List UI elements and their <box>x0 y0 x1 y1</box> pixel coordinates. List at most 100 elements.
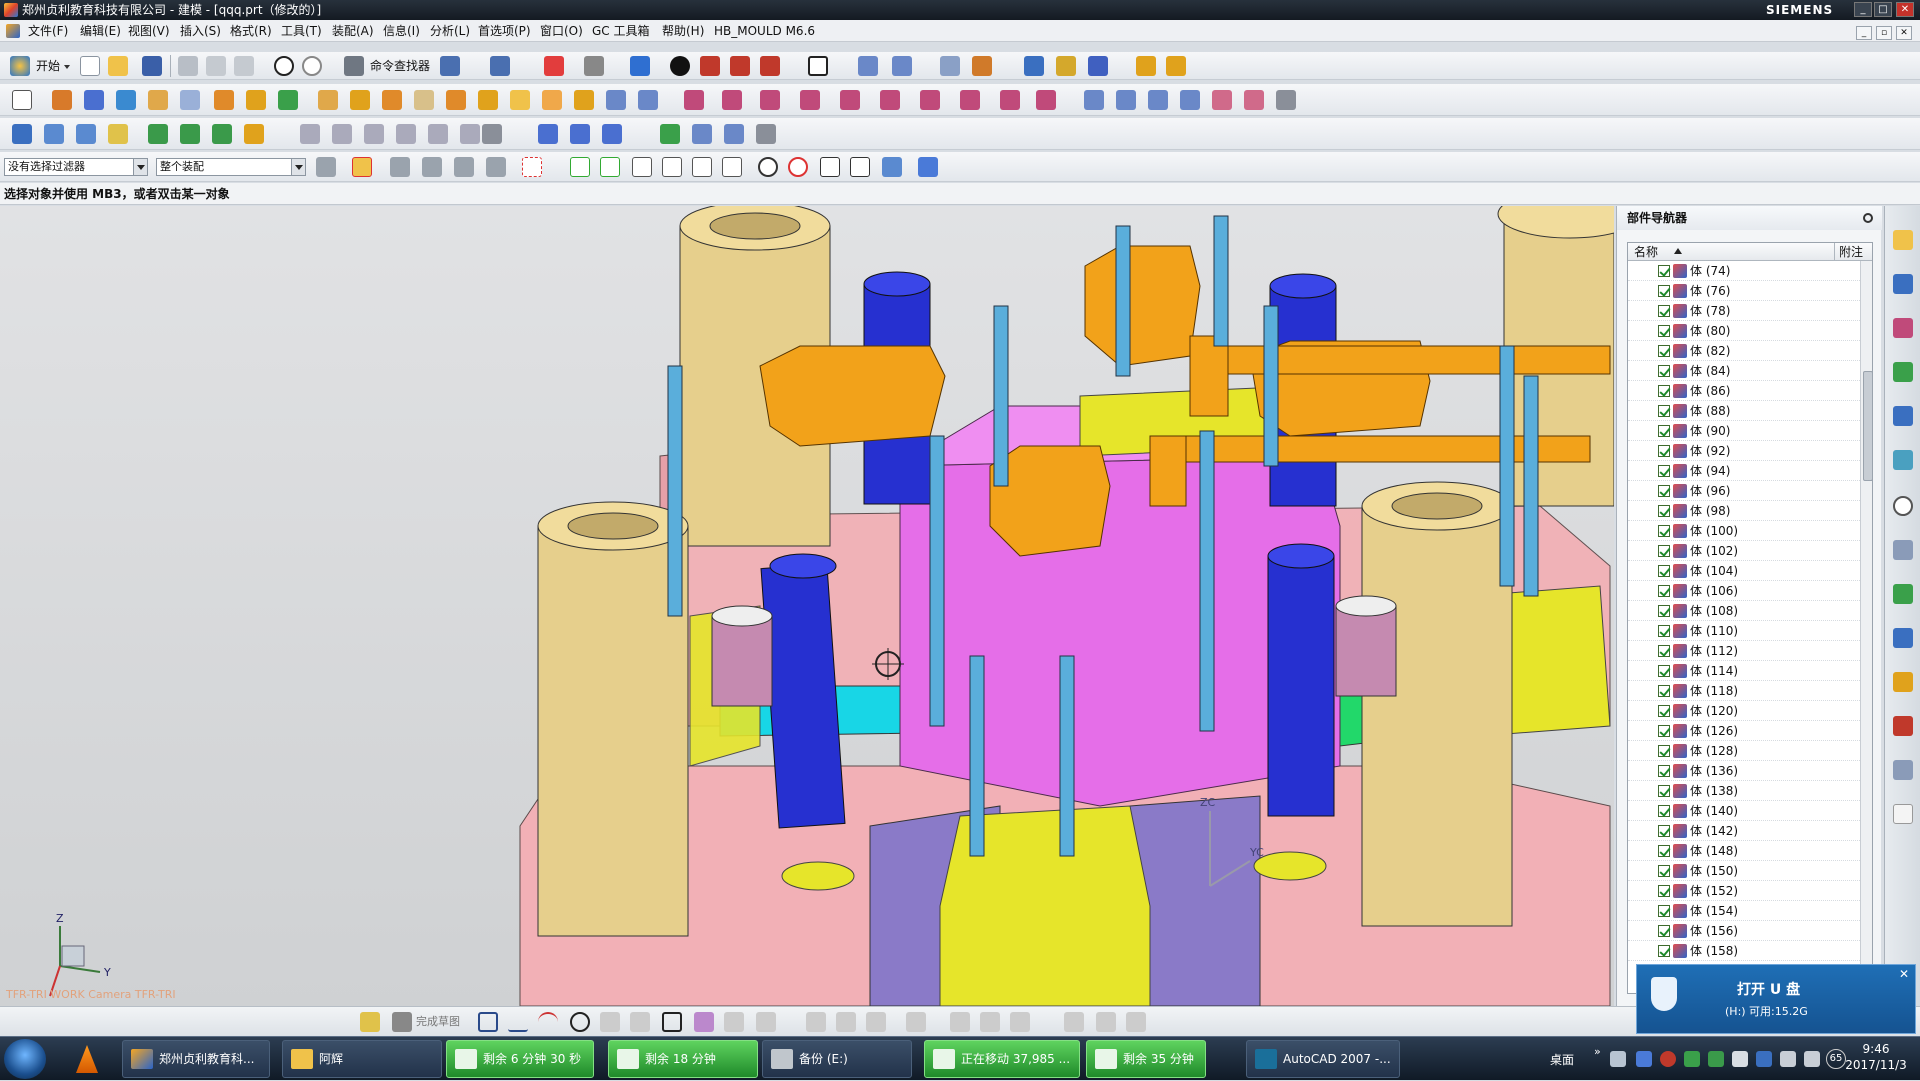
windows-start-button[interactable] <box>4 1039 46 1079</box>
menu-help[interactable]: 帮助(H) <box>662 20 704 42</box>
measure-icon[interactable] <box>972 56 992 76</box>
sketch-icon[interactable] <box>12 90 32 110</box>
visibility-checkbox[interactable] <box>1658 825 1670 837</box>
visibility-checkbox[interactable] <box>1658 865 1670 877</box>
visibility-checkbox[interactable] <box>1658 465 1670 477</box>
doc-minimize-button[interactable]: _ <box>1856 26 1872 40</box>
intersect-icon[interactable] <box>722 90 742 110</box>
visibility-checkbox[interactable] <box>1658 325 1670 337</box>
resource-constraint-navigator-icon[interactable] <box>1893 274 1913 294</box>
rotate-view-icon[interactable] <box>584 56 604 76</box>
show-hide-icon[interactable] <box>490 56 510 76</box>
visibility-checkbox[interactable] <box>1658 445 1670 457</box>
convert-reference-icon[interactable] <box>1064 1012 1084 1032</box>
assembly-navigator-icon[interactable] <box>12 124 32 144</box>
visibility-checkbox[interactable] <box>1658 405 1670 417</box>
face-blend-icon[interactable] <box>1212 90 1232 110</box>
wcs-icon[interactable] <box>858 56 878 76</box>
ejector-pin-icon[interactable] <box>570 124 590 144</box>
navigator-row[interactable]: 体 (156) <box>1628 921 1860 941</box>
patch-icon[interactable] <box>760 90 780 110</box>
select-tool-icon[interactable] <box>440 56 460 76</box>
new-file-icon[interactable] <box>80 56 100 76</box>
paste-icon[interactable] <box>234 56 254 76</box>
visibility-checkbox[interactable] <box>1658 705 1670 717</box>
vlc-icon[interactable] <box>76 1045 98 1073</box>
wave-linker-icon[interactable] <box>482 124 502 144</box>
cut-icon[interactable] <box>178 56 198 76</box>
visibility-checkbox[interactable] <box>1658 665 1670 677</box>
drafting-icon[interactable] <box>1166 56 1186 76</box>
inferred-constraints-icon[interactable] <box>1126 1012 1146 1032</box>
menu-assemblies[interactable]: 装配(A) <box>332 20 374 42</box>
maximize-button[interactable]: □ <box>1874 2 1892 17</box>
navigator-row[interactable]: 体 (128) <box>1628 741 1860 761</box>
trim-body-icon[interactable] <box>478 90 498 110</box>
add-component-icon[interactable] <box>44 124 64 144</box>
display-constraints-icon[interactable] <box>1010 1012 1030 1032</box>
move-object-icon[interactable] <box>892 56 912 76</box>
navigator-row[interactable]: 体 (108) <box>1628 601 1860 621</box>
line-icon[interactable] <box>508 1012 528 1032</box>
resource-system-scenes-icon[interactable] <box>1893 716 1913 736</box>
snap-point-on-curve-icon[interactable] <box>820 157 840 177</box>
arc-icon[interactable] <box>538 1012 558 1032</box>
navigator-row[interactable]: 体 (142) <box>1628 821 1860 841</box>
save-icon[interactable] <box>142 56 162 76</box>
navigator-row[interactable]: 体 (158) <box>1628 941 1860 961</box>
rectangle-icon[interactable] <box>662 1012 682 1032</box>
grip-icon[interactable] <box>1056 56 1076 76</box>
split-body-icon[interactable] <box>510 90 530 110</box>
minimize-button[interactable]: _ <box>1854 2 1872 17</box>
component-array-icon[interactable] <box>244 124 264 144</box>
navigator-row[interactable]: 体 (82) <box>1628 341 1860 361</box>
command-finder-button[interactable]: 命令查找器 <box>370 57 430 75</box>
start-dropdown-icon[interactable] <box>64 65 70 69</box>
tray-expand-icon[interactable]: » <box>1594 1045 1601 1058</box>
visibility-checkbox[interactable] <box>1658 485 1670 497</box>
unite-icon[interactable] <box>278 90 298 110</box>
drawing-icon[interactable] <box>724 124 744 144</box>
snap-midpoint-icon[interactable] <box>600 157 620 177</box>
menu-file[interactable]: 文件(F) <box>28 20 68 42</box>
through-curves-icon[interactable] <box>1084 90 1104 110</box>
menu-hb-mould[interactable]: HB_MOULD M6.6 <box>714 20 815 42</box>
offset-face-icon[interactable] <box>318 90 338 110</box>
visibility-checkbox[interactable] <box>1658 645 1670 657</box>
cooling-icon[interactable] <box>602 124 622 144</box>
groove-icon[interactable] <box>246 90 266 110</box>
navigator-row[interactable]: 体 (140) <box>1628 801 1860 821</box>
profile-icon[interactable] <box>478 1012 498 1032</box>
open-folder-icon[interactable] <box>108 56 128 76</box>
visibility-checkbox[interactable] <box>1658 545 1670 557</box>
chamfer-icon[interactable] <box>414 90 434 110</box>
navigator-row[interactable]: 体 (110) <box>1628 621 1860 641</box>
mirror-icon[interactable] <box>542 90 562 110</box>
navigator-row[interactable]: 体 (94) <box>1628 461 1860 481</box>
undo-icon[interactable] <box>274 56 294 76</box>
menu-tools[interactable]: 工具(T) <box>281 20 322 42</box>
navigator-row[interactable]: 体 (92) <box>1628 441 1860 461</box>
mould-tool-5-icon[interactable] <box>460 124 480 144</box>
clock[interactable]: 9:46 2017/11/3 <box>1840 1041 1912 1073</box>
visibility-checkbox[interactable] <box>1658 425 1670 437</box>
start-icon[interactable] <box>10 56 30 76</box>
styled-blend-icon[interactable] <box>1244 90 1264 110</box>
resource-web-browser-icon[interactable] <box>1893 450 1913 470</box>
mould-tool-3-icon[interactable] <box>396 124 416 144</box>
point-icon[interactable] <box>724 1012 744 1032</box>
command-finder-icon[interactable] <box>344 56 364 76</box>
bom-icon[interactable] <box>692 124 712 144</box>
rectangle-select-icon[interactable] <box>522 157 542 177</box>
snap-quadrant-icon[interactable] <box>788 157 808 177</box>
visibility-checkbox[interactable] <box>1658 605 1670 617</box>
navigator-row[interactable]: 体 (126) <box>1628 721 1860 741</box>
visibility-checkbox[interactable] <box>1658 725 1670 737</box>
assembly-constraints-icon[interactable] <box>180 124 200 144</box>
select-face-icon[interactable] <box>454 157 474 177</box>
background-icon[interactable] <box>808 56 828 76</box>
visibility-checkbox[interactable] <box>1658 945 1670 957</box>
menu-format[interactable]: 格式(R) <box>230 20 272 42</box>
visibility-checkbox[interactable] <box>1658 345 1670 357</box>
auto-constraint-icon[interactable] <box>980 1012 1000 1032</box>
